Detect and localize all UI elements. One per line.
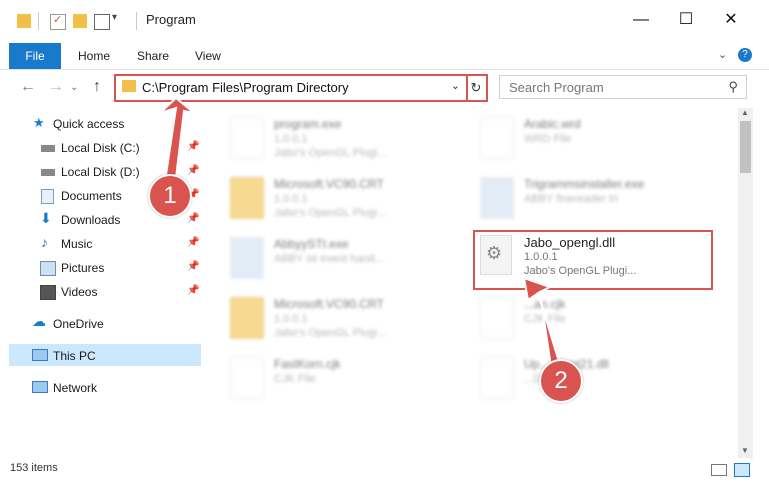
- step-badge-1: 1: [148, 174, 192, 218]
- arrow-1: [159, 96, 195, 180]
- annotation-arrows: [159, 96, 562, 369]
- step-badge-2: 2: [539, 359, 583, 403]
- arrow-2: [522, 276, 562, 369]
